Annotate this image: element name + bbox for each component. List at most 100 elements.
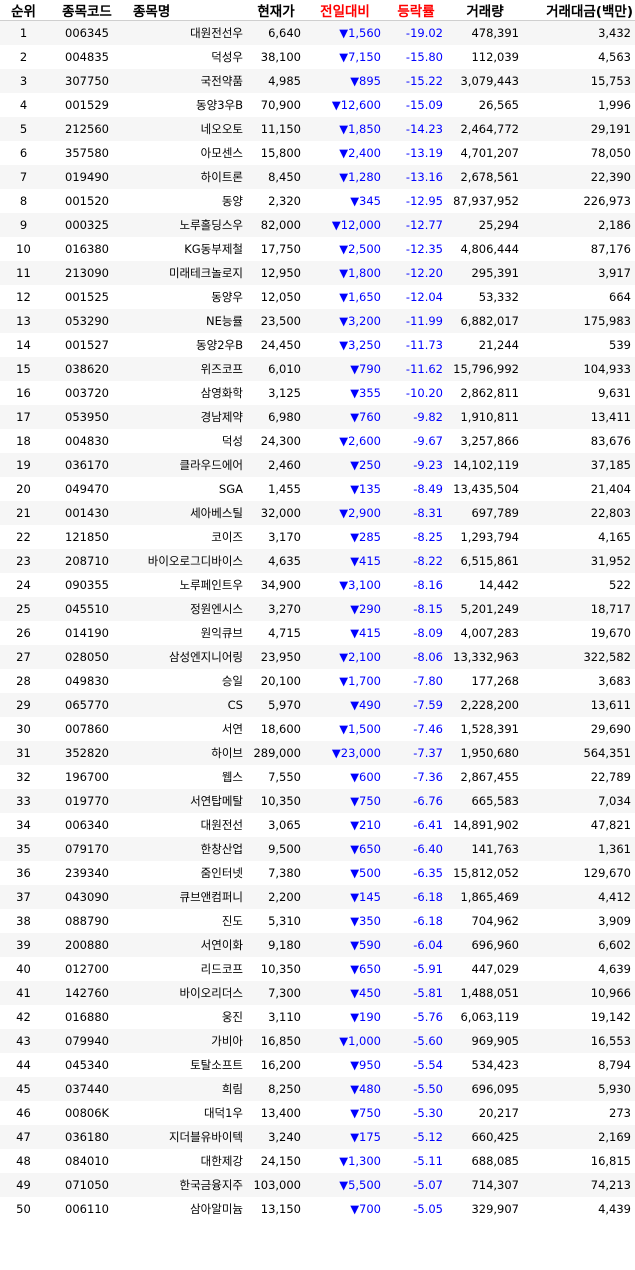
cell-name[interactable]: 아모센스 [127,141,247,165]
cell-name[interactable]: 정원엔시스 [127,597,247,621]
cell-name[interactable]: CS [127,693,247,717]
table-row[interactable]: 2 004835 덕성우 38,100 ▼7,150 -15.80 112,039 4,563 [0,45,635,69]
cell-name[interactable]: 웅진 [127,1005,247,1029]
table-row[interactable]: 16 003720 삼영화학 3,125 ▼355 -10.20 2,862,811 9,63… [0,381,635,405]
cell-name[interactable]: 대원전선우 [127,20,247,45]
cell-name[interactable]: 미래테크놀로지 [127,261,247,285]
table-row[interactable]: 28 049830 승일 20,100 ▼1,700 -7.80 177,268 3,683 [0,669,635,693]
table-row[interactable]: 43 079940 가비아 16,850 ▼1,000 -5.60 969,905 16,55… [0,1029,635,1053]
cell-name[interactable]: 대원전선 [127,813,247,837]
table-row[interactable]: 23 208710 바이오로그디바이스 4,635 ▼415 -8.22 6,515,861… [0,549,635,573]
table-row[interactable]: 35 079170 한창산업 9,500 ▼650 -6.40 141,763 1,361 [0,837,635,861]
table-row[interactable]: 11 213090 미래테크놀로지 12,950 ▼1,800 -12.20 295,391… [0,261,635,285]
table-row[interactable]: 4 001529 동양3우B 70,900 ▼12,600 -15.09 26,565 1,9… [0,93,635,117]
cell-name[interactable]: 대덕1우 [127,1101,247,1125]
table-row[interactable]: 3 307750 국전약품 4,985 ▼895 -15.22 3,079,443 15,75… [0,69,635,93]
table-row[interactable]: 27 028050 삼성엔지니어링 23,950 ▼2,100 -8.06 13,332,9… [0,645,635,669]
header-price[interactable]: 현재가 [247,0,305,21]
cell-name[interactable]: 가비아 [127,1029,247,1053]
table-row[interactable]: 6 357580 아모센스 15,800 ▼2,400 -13.19 4,701,207 78… [0,141,635,165]
cell-name[interactable]: 웹스 [127,765,247,789]
table-row[interactable]: 20 049470 SGA 1,455 ▼135 -8.49 13,435,504 21,40… [0,477,635,501]
table-row[interactable]: 39 200880 서연이화 9,180 ▼590 -6.04 696,960 6,602 [0,933,635,957]
cell-name[interactable]: 삼영화학 [127,381,247,405]
table-row[interactable]: 41 142760 바이오리더스 7,300 ▼450 -5.81 1,488,051 10,… [0,981,635,1005]
table-row[interactable]: 33 019770 서연탑메탈 10,350 ▼750 -6.76 665,583 7,034 [0,789,635,813]
table-row[interactable]: 29 065770 CS 5,970 ▼490 -7.59 2,228,200 13,611 [0,693,635,717]
header-change[interactable]: 전일대비 [305,0,385,21]
cell-name[interactable]: 동양우 [127,285,247,309]
table-row[interactable]: 44 045340 토탈소프트 16,200 ▼950 -5.54 534,423 8,794 [0,1053,635,1077]
cell-name[interactable]: 하이브 [127,741,247,765]
table-row[interactable]: 30 007860 서연 18,600 ▼1,500 -7.46 1,528,391 29,6… [0,717,635,741]
cell-name[interactable]: 진도 [127,909,247,933]
table-row[interactable]: 46 00806K 대덕1우 13,400 ▼750 -5.30 20,217 273 [0,1101,635,1125]
table-row[interactable]: 38 088790 진도 5,310 ▼350 -6.18 704,962 3,909 [0,909,635,933]
table-row[interactable]: 17 053950 경남제약 6,980 ▼760 -9.82 1,910,811 13,41… [0,405,635,429]
cell-name[interactable]: 서연탑메탈 [127,789,247,813]
header-name[interactable]: 종목명 [127,0,247,21]
table-row[interactable]: 45 037440 희림 8,250 ▼480 -5.50 696,095 5,930 [0,1077,635,1101]
cell-name[interactable]: 원익큐브 [127,621,247,645]
table-row[interactable]: 9 000325 노루홀딩스우 82,000 ▼12,000 -12.77 25,294 2,… [0,213,635,237]
table-row[interactable]: 10 016380 KG동부제철 17,750 ▼2,500 -12.35 4,806,44… [0,237,635,261]
cell-name[interactable]: 대한제강 [127,1149,247,1173]
cell-name[interactable]: NE능률 [127,309,247,333]
table-row[interactable]: 13 053290 NE능률 23,500 ▼3,200 -11.99 6,882,017 1… [0,309,635,333]
table-row[interactable]: 50 006110 삼아알미늄 13,150 ▼700 -5.05 329,907 4,439 [0,1197,635,1221]
cell-name[interactable]: 한창산업 [127,837,247,861]
table-row[interactable]: 21 001430 세아베스틸 32,000 ▼2,900 -8.31 697,789 22,… [0,501,635,525]
cell-name[interactable]: 동양3우B [127,93,247,117]
table-row[interactable]: 31 352820 하이브 289,000 ▼23,000 -7.37 1,950,680 5… [0,741,635,765]
cell-name[interactable]: 노루페인트우 [127,573,247,597]
table-row[interactable]: 12 001525 동양우 12,050 ▼1,650 -12.04 53,332 664 [0,285,635,309]
table-row[interactable]: 22 121850 코이즈 3,170 ▼285 -8.25 1,293,794 4,165 [0,525,635,549]
cell-name[interactable]: 하이트론 [127,165,247,189]
cell-name[interactable]: 코이즈 [127,525,247,549]
table-row[interactable]: 26 014190 원익큐브 4,715 ▼415 -8.09 4,007,283 19,67… [0,621,635,645]
table-row[interactable]: 1 006345 대원전선우 6,640 ▼1,560 -19.02 478,391 3,43… [0,20,635,45]
cell-name[interactable]: 지더블유바이텍 [127,1125,247,1149]
table-row[interactable]: 14 001527 동양2우B 24,450 ▼3,250 -11.73 21,244 539 [0,333,635,357]
cell-name[interactable]: 덕성 [127,429,247,453]
table-row[interactable]: 49 071050 한국금융지주 103,000 ▼5,500 -5.07 714,307 7… [0,1173,635,1197]
cell-name[interactable]: 토탈소프트 [127,1053,247,1077]
cell-name[interactable]: 위즈코프 [127,357,247,381]
header-amount[interactable]: 거래대금(백만) [523,0,635,21]
cell-name[interactable]: 경남제약 [127,405,247,429]
cell-name[interactable]: 서연이화 [127,933,247,957]
table-row[interactable]: 34 006340 대원전선 3,065 ▼210 -6.41 14,891,902 47,8… [0,813,635,837]
table-row[interactable]: 24 090355 노루페인트우 34,900 ▼3,100 -8.16 14,442 522 [0,573,635,597]
cell-name[interactable]: 승일 [127,669,247,693]
cell-name[interactable]: 덕성우 [127,45,247,69]
table-row[interactable]: 15 038620 위즈코프 6,010 ▼790 -11.62 15,796,992 104… [0,357,635,381]
cell-name[interactable]: KG동부제철 [127,237,247,261]
header-code[interactable]: 종목코드 [47,0,127,21]
cell-name[interactable]: 네오오토 [127,117,247,141]
cell-name[interactable]: 바이오리더스 [127,981,247,1005]
table-row[interactable]: 42 016880 웅진 3,110 ▼190 -5.76 6,063,119 19,142 [0,1005,635,1029]
cell-name[interactable]: 동양 [127,189,247,213]
cell-name[interactable]: 동양2우B [127,333,247,357]
header-rank[interactable]: 순위 [0,0,47,21]
cell-name[interactable]: 노루홀딩스우 [127,213,247,237]
cell-name[interactable]: 세아베스틸 [127,501,247,525]
cell-name[interactable]: 바이오로그디바이스 [127,549,247,573]
table-row[interactable]: 7 019490 하이트론 8,450 ▼1,280 -13.16 2,678,561 22,… [0,165,635,189]
cell-name[interactable]: SGA [127,477,247,501]
table-row[interactable]: 5 212560 네오오토 11,150 ▼1,850 -14.23 2,464,772 29… [0,117,635,141]
cell-name[interactable]: 한국금융지주 [127,1173,247,1197]
table-row[interactable]: 40 012700 리드코프 10,350 ▼650 -5.91 447,029 4,639 [0,957,635,981]
table-row[interactable]: 37 043090 큐브앤컴퍼니 2,200 ▼145 -6.18 1,865,469 4,4… [0,885,635,909]
table-row[interactable]: 36 239340 줌인터넷 7,380 ▼500 -6.35 15,812,052 129,… [0,861,635,885]
cell-name[interactable]: 국전약품 [127,69,247,93]
cell-name[interactable]: 리드코프 [127,957,247,981]
table-row[interactable]: 19 036170 클라우드에어 2,460 ▼250 -9.23 14,102,119 37… [0,453,635,477]
table-row[interactable]: 47 036180 지더블유바이텍 3,240 ▼175 -5.12 660,425 2,16… [0,1125,635,1149]
cell-name[interactable]: 클라우드에어 [127,453,247,477]
table-row[interactable]: 18 004830 덕성 24,300 ▼2,600 -9.67 3,257,866 83,6… [0,429,635,453]
table-row[interactable]: 25 045510 정원엔시스 3,270 ▼290 -8.15 5,201,249 18,7… [0,597,635,621]
cell-name[interactable]: 줌인터넷 [127,861,247,885]
table-row[interactable]: 48 084010 대한제강 24,150 ▼1,300 -5.11 688,085 16,8… [0,1149,635,1173]
header-rate[interactable]: 등락률 [385,0,447,21]
